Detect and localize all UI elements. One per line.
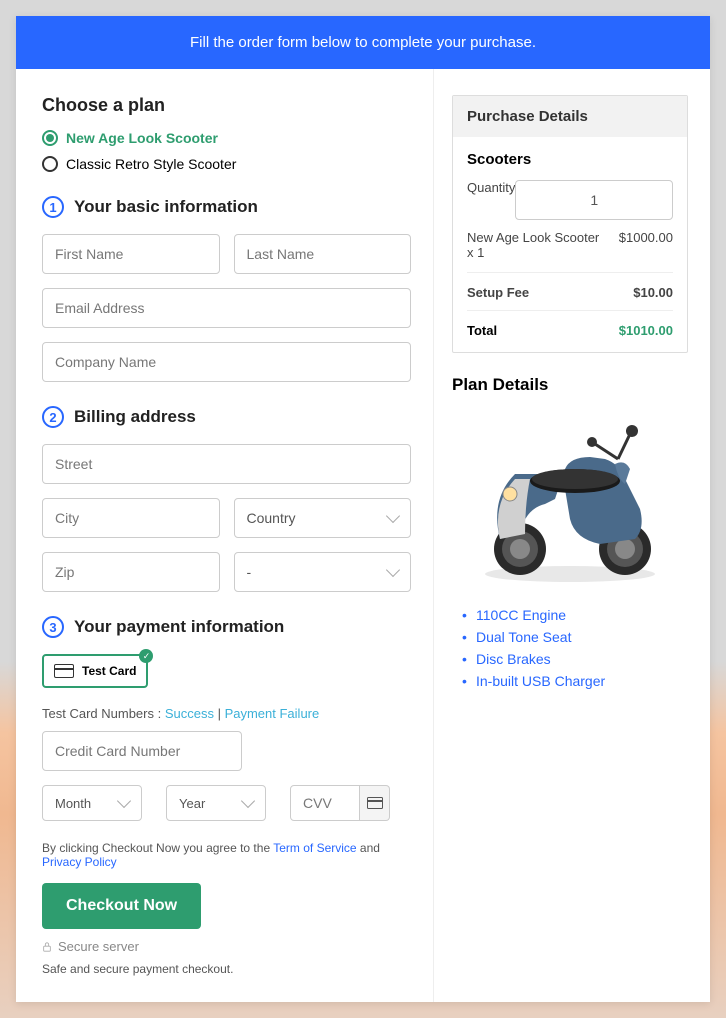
- zip-input[interactable]: [42, 552, 220, 592]
- last-name-input[interactable]: [234, 234, 412, 274]
- quantity-input[interactable]: [515, 180, 673, 220]
- section-1-title: Your basic information: [74, 197, 258, 217]
- chevron-down-icon: [241, 794, 255, 808]
- year-select[interactable]: Year: [166, 785, 266, 821]
- scooters-heading: Scooters: [467, 151, 673, 168]
- credit-card-icon: [54, 664, 74, 678]
- state-select-label: -: [247, 564, 252, 580]
- street-input[interactable]: [42, 444, 411, 484]
- city-input[interactable]: [42, 498, 220, 538]
- form-column: Choose a plan New Age Look Scooter Class…: [16, 69, 434, 1002]
- quantity-label: Quantity: [467, 180, 515, 195]
- setup-fee-label: Setup Fee: [467, 285, 529, 300]
- line-item-price: $1000.00: [619, 230, 673, 245]
- year-label: Year: [179, 796, 205, 811]
- feature-item: Disc Brakes: [476, 651, 688, 667]
- plan-option-new-age[interactable]: New Age Look Scooter: [42, 130, 411, 146]
- safe-note: Safe and secure payment checkout.: [42, 962, 411, 976]
- lock-icon: [42, 942, 52, 952]
- checkout-button[interactable]: Checkout Now: [42, 883, 201, 929]
- company-input[interactable]: [42, 342, 411, 382]
- section-2-title: Billing address: [74, 407, 196, 427]
- success-link[interactable]: Success: [165, 706, 214, 721]
- checkmark-badge-icon: ✓: [139, 649, 153, 663]
- secure-server-label: Secure server: [58, 939, 139, 954]
- feature-item: In-built USB Charger: [476, 673, 688, 689]
- total-amount: $1010.00: [619, 323, 673, 338]
- terms-of-service-link[interactable]: Term of Service: [273, 841, 356, 855]
- feature-list: 110CC Engine Dual Tone Seat Disc Brakes …: [452, 607, 688, 689]
- section-2-header: 2 Billing address: [42, 406, 411, 428]
- total-label: Total: [467, 323, 497, 338]
- cvv-input[interactable]: [290, 785, 360, 821]
- chevron-down-icon: [386, 563, 400, 577]
- step-number-icon: 1: [42, 196, 64, 218]
- secure-server-row: Secure server: [42, 939, 411, 954]
- radio-selected-icon: [42, 130, 58, 146]
- first-name-input[interactable]: [42, 234, 220, 274]
- section-3-title: Your payment information: [74, 617, 284, 637]
- chevron-down-icon: [117, 794, 131, 808]
- plan-option-label: New Age Look Scooter: [66, 130, 218, 146]
- country-select[interactable]: Country: [234, 498, 412, 538]
- content: Choose a plan New Age Look Scooter Class…: [16, 69, 710, 1002]
- scooter-image: [470, 409, 670, 589]
- plan-option-classic[interactable]: Classic Retro Style Scooter: [42, 156, 411, 172]
- credit-card-input[interactable]: [42, 731, 242, 771]
- section-3-header: 3 Your payment information: [42, 616, 411, 638]
- setup-fee-price: $10.00: [633, 285, 673, 300]
- chevron-down-icon: [386, 509, 400, 523]
- test-card-label: Test Card: [82, 664, 136, 678]
- feature-item: Dual Tone Seat: [476, 629, 688, 645]
- state-select[interactable]: -: [234, 552, 412, 592]
- checkout-card: Fill the order form below to complete yo…: [16, 16, 710, 1002]
- feature-item: 110CC Engine: [476, 607, 688, 623]
- radio-unselected-icon: [42, 156, 58, 172]
- step-number-icon: 2: [42, 406, 64, 428]
- month-select[interactable]: Month: [42, 785, 142, 821]
- step-number-icon: 3: [42, 616, 64, 638]
- failure-link[interactable]: Payment Failure: [225, 706, 320, 721]
- test-card-button[interactable]: Test Card ✓: [42, 654, 148, 688]
- test-card-numbers-text: Test Card Numbers : Success | Payment Fa…: [42, 706, 411, 721]
- credit-card-icon: [360, 785, 390, 821]
- privacy-policy-link[interactable]: Privacy Policy: [42, 855, 117, 869]
- month-label: Month: [55, 796, 91, 811]
- purchase-details-card: Purchase Details Scooters Quantity New A…: [452, 95, 688, 353]
- section-1-header: 1 Your basic information: [42, 196, 411, 218]
- plan-option-label: Classic Retro Style Scooter: [66, 156, 236, 172]
- terms-text: By clicking Checkout Now you agree to th…: [42, 841, 411, 869]
- summary-column: Purchase Details Scooters Quantity New A…: [434, 69, 710, 1002]
- banner: Fill the order form below to complete yo…: [16, 16, 710, 69]
- line-item-name: New Age Look Scooter x 1: [467, 230, 607, 260]
- cvv-field: [290, 785, 390, 821]
- purchase-details-heading: Purchase Details: [453, 96, 687, 137]
- plan-details-heading: Plan Details: [452, 375, 688, 395]
- choose-plan-heading: Choose a plan: [42, 95, 411, 116]
- email-input[interactable]: [42, 288, 411, 328]
- country-select-label: Country: [247, 510, 296, 526]
